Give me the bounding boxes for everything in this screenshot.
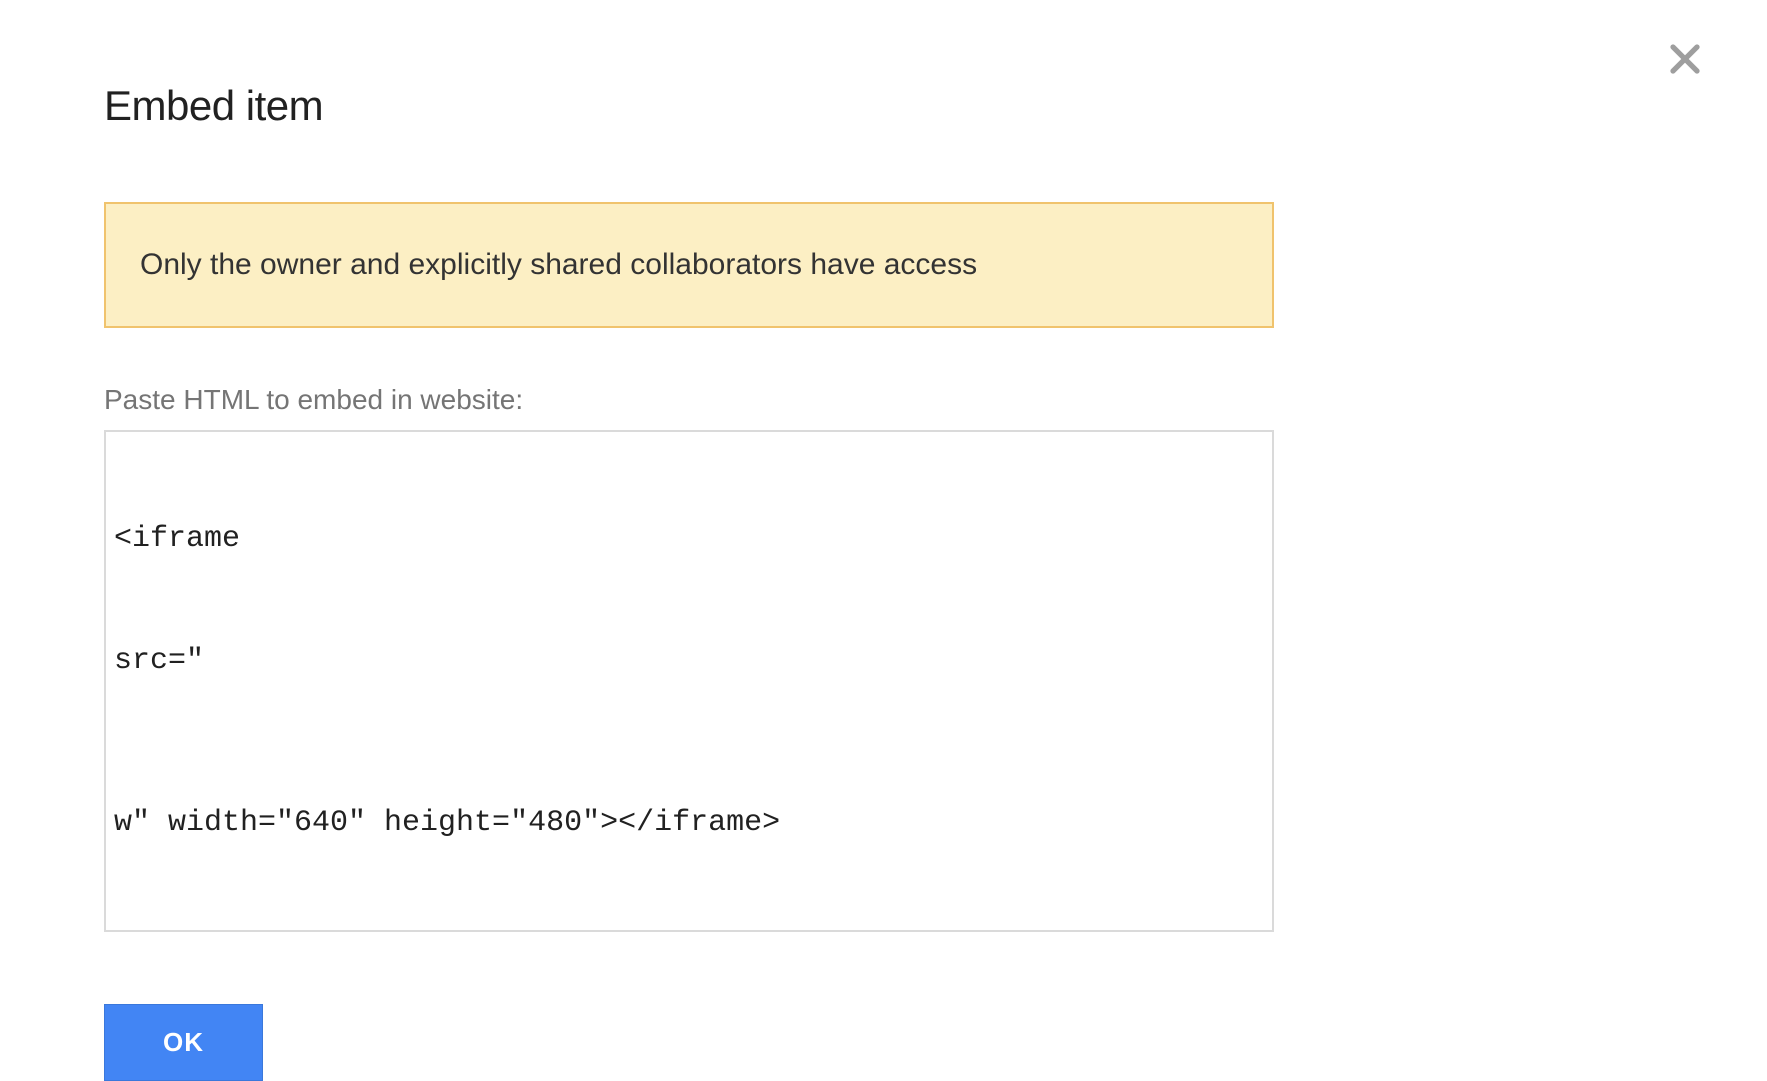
dialog-title: Embed item <box>104 82 1274 130</box>
embed-code-box[interactable]: <iframe src=" w" width="640" height="480… <box>104 430 1274 932</box>
code-line-2: src=" <box>114 641 1264 722</box>
code-line-3: w" width="640" height="480"></iframe> <box>114 803 1264 844</box>
code-line-1: <iframe <box>114 519 1264 560</box>
ok-button[interactable]: OK <box>104 1004 263 1081</box>
redacted-url <box>114 683 1189 717</box>
embed-field-label: Paste HTML to embed in website: <box>104 384 1274 416</box>
close-icon <box>1667 41 1703 80</box>
access-warning-banner: Only the owner and explicitly shared col… <box>104 202 1274 328</box>
code-src-prefix: src=" <box>114 644 204 678</box>
close-button[interactable] <box>1661 36 1709 84</box>
embed-dialog: Embed item Only the owner and explicitly… <box>104 82 1274 1081</box>
warning-text: Only the owner and explicitly shared col… <box>140 248 1238 282</box>
